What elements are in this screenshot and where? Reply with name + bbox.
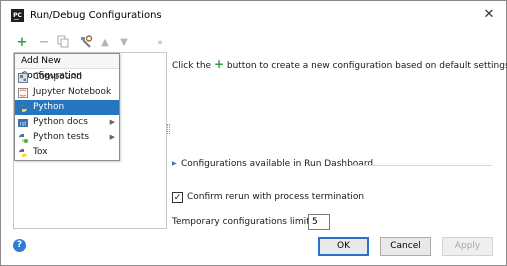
temporary-limit-label: Temporary configurations limit: xyxy=(172,217,313,227)
svg-text:rst: rst xyxy=(20,122,27,128)
popup-item-label: Tox xyxy=(33,147,48,157)
popup-item-tox[interactable]: Tox xyxy=(15,145,119,160)
run-dashboard-section[interactable]: ▶ Configurations available in Run Dashbo… xyxy=(172,159,492,171)
run-dashboard-label[interactable]: Configurations available in Run Dashboar… xyxy=(181,159,373,169)
jupyter-icon xyxy=(18,88,28,98)
popup-item-label: Python tests xyxy=(33,132,90,142)
help-icon[interactable]: ? xyxy=(13,239,26,252)
pycharm-icon: PC xyxy=(11,9,24,22)
python-docs-icon: rst xyxy=(18,118,28,128)
apply-button[interactable]: Apply xyxy=(442,237,493,256)
add-icon: + xyxy=(213,57,224,71)
popup-title: Add New Configuration xyxy=(15,54,119,81)
tox-icon xyxy=(18,148,28,158)
more-actions-icon[interactable]: » xyxy=(153,35,167,51)
confirm-rerun-label[interactable]: Confirm rerun with process termination xyxy=(187,192,364,202)
popup-item-compound[interactable]: Compound xyxy=(15,70,119,85)
popup-item-jupyter-notebook[interactable]: Jupyter Notebook xyxy=(15,85,119,100)
move-up-icon[interactable]: ▲ xyxy=(98,35,112,51)
panel-splitter[interactable] xyxy=(167,124,170,134)
python-icon xyxy=(18,103,28,113)
ok-button[interactable]: OK xyxy=(318,237,369,256)
popup-item-python[interactable]: Python xyxy=(15,100,119,115)
remove-configuration-button[interactable]: − xyxy=(37,35,51,51)
expand-arrow-icon[interactable]: ▶ xyxy=(172,160,177,167)
cancel-button[interactable]: Cancel xyxy=(380,237,431,256)
confirm-rerun-checkbox[interactable]: ✓ xyxy=(172,192,183,203)
hint-suffix: button to create a new configuration bas… xyxy=(224,61,507,71)
wrench-icon[interactable] xyxy=(79,35,93,51)
close-button[interactable]: ✕ xyxy=(481,7,497,23)
compound-icon xyxy=(18,73,28,83)
dialog-title: Run/Debug Configurations xyxy=(30,10,162,21)
popup-item-label: Python docs xyxy=(33,117,88,127)
popup-item-label: Compound xyxy=(33,72,82,82)
popup-item-python-tests[interactable]: Python tests ▶ xyxy=(15,130,119,145)
submenu-arrow-icon: ▶ xyxy=(109,118,115,126)
section-divider xyxy=(350,165,492,166)
python-tests-icon xyxy=(18,133,28,143)
copy-icon[interactable] xyxy=(56,35,70,51)
hint-prefix: Click the xyxy=(172,61,214,71)
add-new-configuration-popup: Add New Configuration Compound Jupyter N… xyxy=(14,53,120,161)
temporary-limit-input[interactable] xyxy=(308,214,330,230)
run-debug-configurations-dialog: PC Run/Debug Configurations ✕ + − ▲ ▼ » … xyxy=(0,0,507,266)
configurations-toolbar: + − ▲ ▼ » xyxy=(13,35,168,51)
popup-item-label: Python xyxy=(33,102,65,112)
popup-item-label: Jupyter Notebook xyxy=(33,87,112,97)
empty-state-hint: Click the + button to create a new confi… xyxy=(172,57,507,71)
move-down-icon[interactable]: ▼ xyxy=(117,35,131,51)
add-configuration-button[interactable]: + xyxy=(15,35,29,51)
submenu-arrow-icon: ▶ xyxy=(109,133,115,141)
popup-item-python-docs[interactable]: rst Python docs ▶ xyxy=(15,115,119,130)
title-bar: PC Run/Debug Configurations ✕ xyxy=(2,2,505,29)
